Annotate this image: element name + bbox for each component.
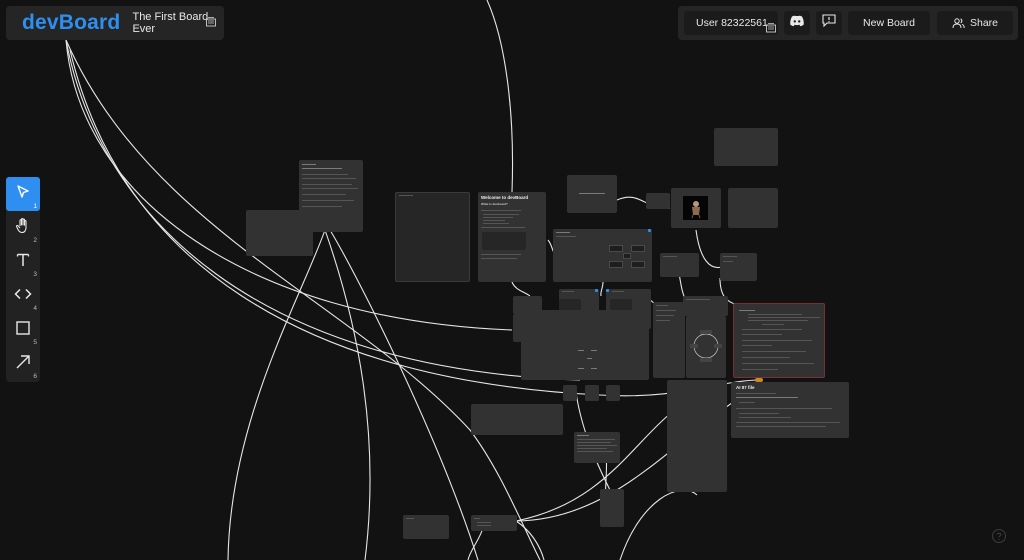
node-card[interactable] [720, 253, 757, 281]
node-card[interactable] [653, 302, 685, 378]
new-board-button[interactable]: New Board [848, 11, 930, 35]
code-tool-button[interactable]: 4 [6, 279, 40, 313]
wire [695, 229, 723, 269]
tool-shortcut: 4 [33, 305, 37, 312]
top-actions: User 82322561 New Board Share [678, 6, 1018, 40]
wire [515, 520, 545, 560]
users-icon [952, 17, 965, 29]
discord-icon [789, 14, 805, 32]
node-card[interactable] [660, 253, 699, 277]
node-card[interactable] [683, 296, 728, 316]
brand-panel: devBoard The First Board Ever [6, 6, 224, 40]
node-card[interactable] [606, 385, 620, 401]
hand-icon [15, 217, 31, 239]
arrow-tool-button[interactable]: 6 [6, 347, 40, 381]
node-card[interactable] [513, 314, 522, 342]
node-card[interactable] [563, 385, 577, 401]
text-note[interactable] [574, 432, 620, 463]
share-label: Share [969, 17, 999, 29]
wire [600, 281, 604, 297]
chat-node[interactable] [733, 303, 825, 378]
feedback-icon [822, 14, 836, 32]
node-badge [755, 378, 763, 382]
tool-shortcut: 5 [33, 339, 37, 346]
node-card[interactable] [646, 193, 670, 209]
share-button[interactable]: Share [937, 11, 1013, 35]
tool-shortcut: 2 [33, 237, 37, 244]
node-card[interactable] [403, 515, 449, 539]
user-name-field[interactable]: User 82322561 [684, 11, 778, 35]
node-card[interactable] [471, 404, 563, 435]
wire [227, 229, 326, 560]
ai-file-title: AI 87 file [736, 385, 755, 390]
text-tool-button[interactable]: 3 [6, 245, 40, 279]
figurine-image [683, 196, 708, 220]
code-editor-node[interactable] [395, 192, 470, 282]
square-icon [15, 320, 31, 341]
tool-shortcut: 3 [33, 271, 37, 278]
wire [324, 229, 371, 560]
wire [619, 489, 698, 560]
text-note[interactable] [299, 160, 363, 232]
help-icon[interactable] [991, 528, 1007, 544]
node-card[interactable] [567, 175, 617, 213]
select-tool-button[interactable]: 1 [6, 177, 40, 211]
flow-node[interactable] [553, 229, 652, 282]
discord-button[interactable] [784, 11, 810, 35]
edit-icon[interactable] [206, 14, 216, 27]
rectangle-tool-button[interactable]: 5 [6, 313, 40, 347]
tool-shortcut: 6 [33, 373, 37, 380]
node-card[interactable] [585, 385, 599, 401]
feedback-button[interactable] [816, 11, 842, 35]
arrow-icon [15, 354, 31, 375]
devboard-logo[interactable]: devBoard [22, 11, 120, 35]
pan-tool-button[interactable]: 2 [6, 211, 40, 245]
wire [65, 39, 541, 560]
welcome-node[interactable]: Welcome to devBoard What is devboard? [478, 192, 546, 282]
node-card[interactable] [471, 515, 517, 531]
node-card[interactable] [667, 380, 727, 492]
welcome-subtitle: What is devboard? [481, 202, 508, 206]
edit-icon[interactable] [766, 18, 776, 33]
new-board-label: New Board [863, 17, 915, 29]
board-canvas[interactable]: Welcome to devBoard What is devboard? AI… [0, 0, 1024, 560]
tool-palette: 1 2 3 4 5 6 [6, 177, 40, 382]
cycle-diagram-node[interactable] [686, 316, 726, 378]
node-card[interactable] [728, 188, 778, 228]
text-icon [15, 252, 31, 273]
ai-file-node[interactable]: AI 87 file [731, 382, 849, 438]
node-card[interactable] [600, 489, 624, 527]
wire [486, 0, 514, 193]
user-label: User 82322561 [696, 17, 768, 29]
wire [65, 39, 513, 331]
code-icon [14, 287, 32, 305]
node-card[interactable] [714, 128, 778, 166]
welcome-title: Welcome to devBoard [481, 195, 529, 200]
tool-shortcut: 1 [33, 203, 37, 210]
pointer-icon [15, 184, 31, 205]
wire [511, 281, 531, 297]
diagram-node[interactable] [521, 310, 649, 380]
